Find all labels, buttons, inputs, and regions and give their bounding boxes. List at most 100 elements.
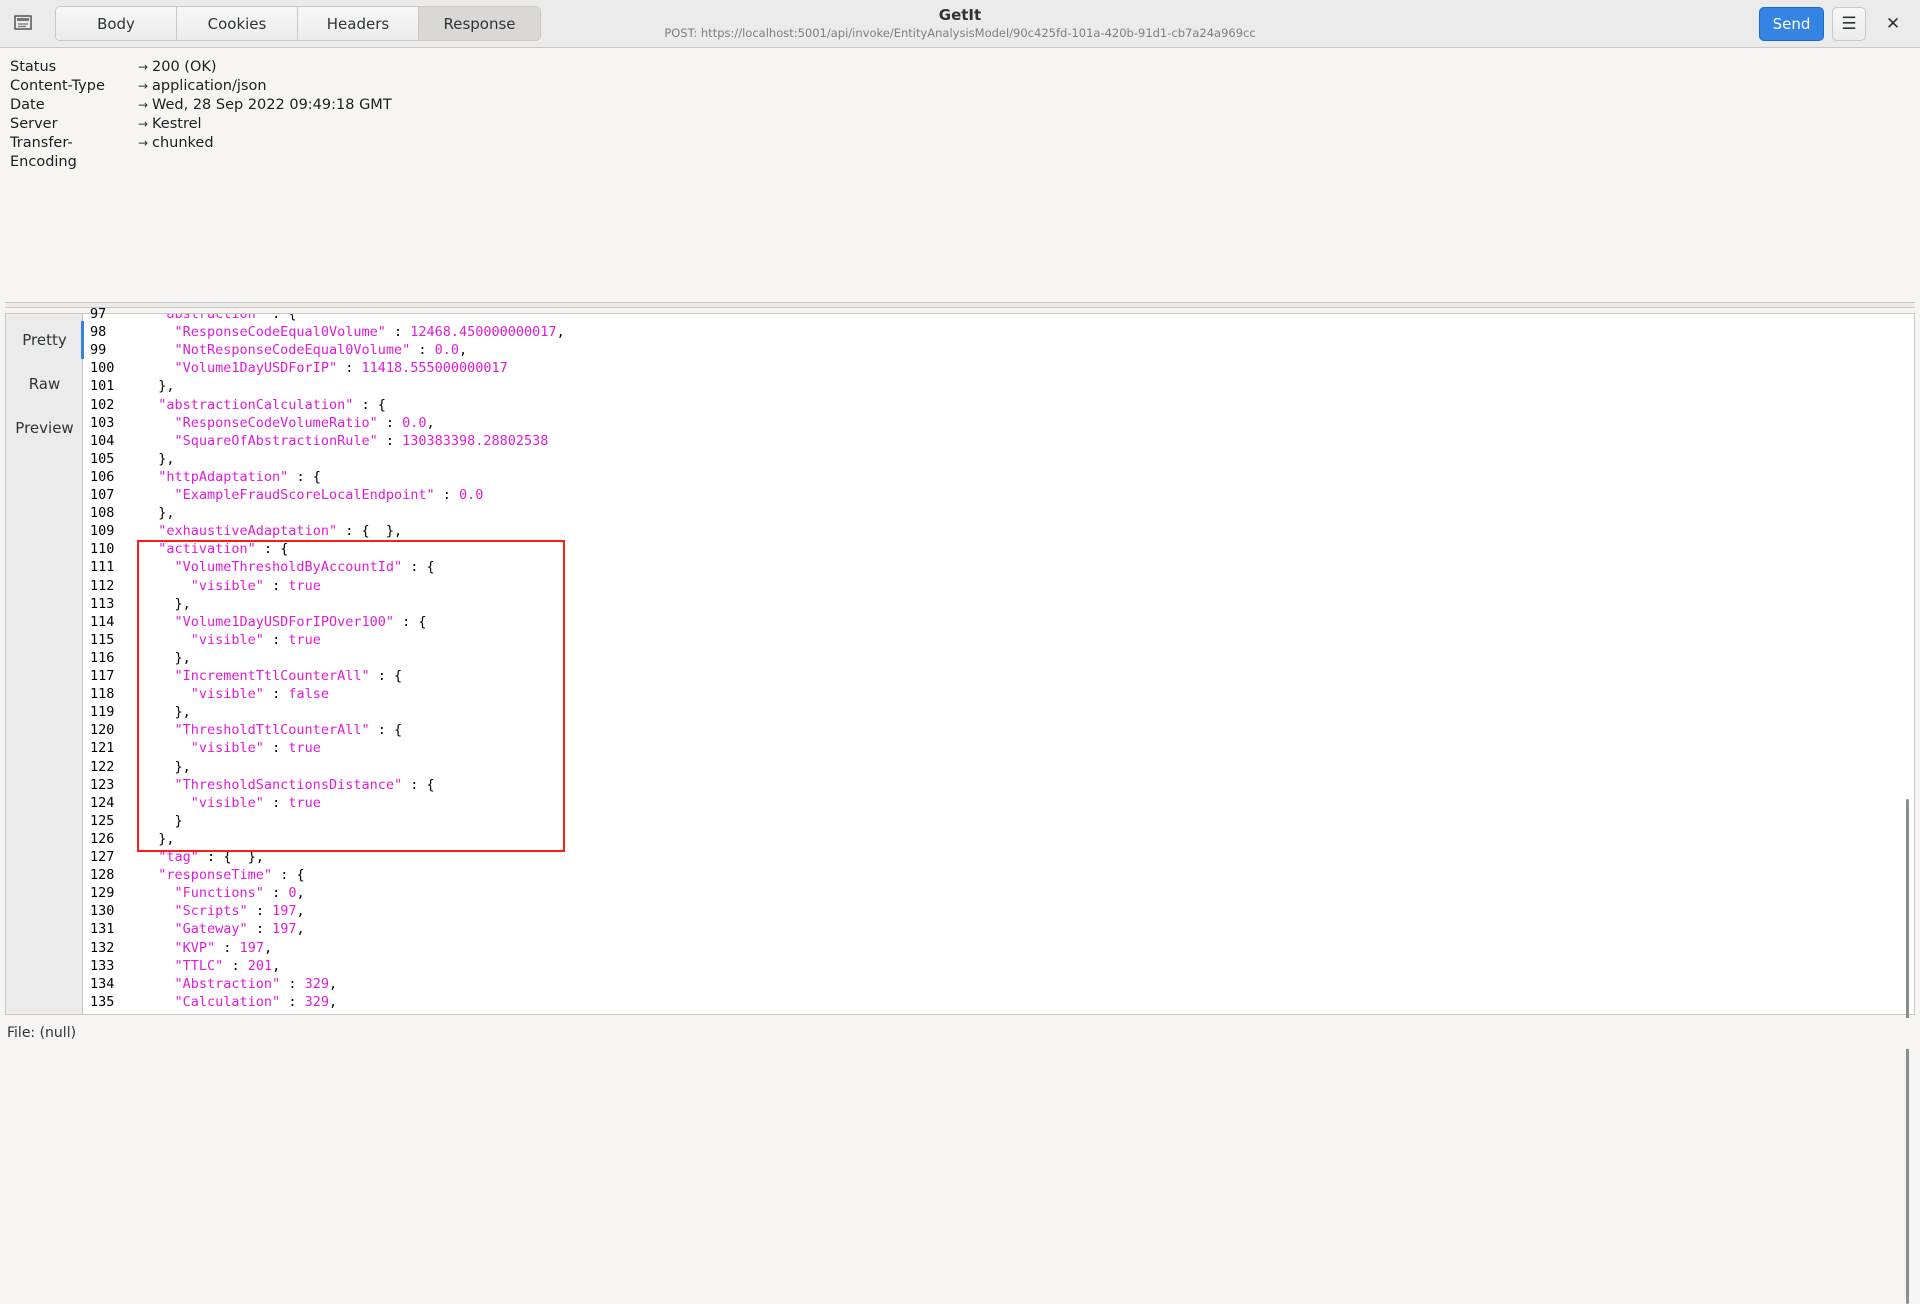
- line-number: 112: [90, 577, 115, 594]
- vertical-scrollbar[interactable]: [1906, 799, 1909, 1304]
- status-bar: File: (null): [0, 1018, 1920, 1049]
- code-line: "abstraction" : {: [158, 314, 297, 322]
- line-number: 102: [90, 396, 115, 413]
- line-number: 131: [90, 921, 115, 938]
- line-number: 113: [90, 595, 115, 612]
- code-line: "exhaustiveAdaptation" : { },: [158, 523, 403, 540]
- code-line: "ResponseCodeVolumeRatio" : 0.0,: [174, 414, 435, 431]
- line-number: 134: [90, 975, 115, 992]
- code-line: },: [174, 758, 191, 775]
- code-line: },: [174, 649, 191, 666]
- code-line: "ThresholdSanctionsDistance" : {: [174, 776, 435, 793]
- code-line: "KVP" : 197,: [174, 939, 273, 956]
- code-line: "visible" : true: [190, 631, 321, 648]
- line-number: 132: [90, 939, 115, 956]
- view-pretty-label: Pretty: [22, 331, 67, 349]
- line-number: 115: [90, 631, 115, 648]
- code-line: },: [158, 378, 175, 395]
- line-number: 123: [90, 776, 115, 793]
- tab-headers[interactable]: Headers: [298, 7, 419, 40]
- code-line: },: [158, 450, 175, 467]
- line-number: 117: [90, 668, 115, 684]
- line-number: 109: [90, 523, 115, 540]
- code-line: "visible" : true: [190, 577, 321, 594]
- line-number: 122: [90, 758, 115, 775]
- close-icon: ✕: [1885, 14, 1901, 34]
- app-icon: [14, 15, 32, 30]
- request-url: POST: https://localhost:5001/api/invoke/…: [664, 26, 1256, 40]
- code-line: "Abstraction" : 329,: [174, 975, 338, 992]
- menu-button[interactable]: ☰: [1832, 7, 1866, 41]
- header-value: 200 (OK): [152, 59, 217, 75]
- code-line: "SquareOfAbstractionRule" : 130383398.28…: [174, 432, 549, 449]
- view-pretty[interactable]: Pretty: [6, 321, 84, 359]
- hamburger-menu-icon: ☰: [1841, 14, 1857, 34]
- line-number: 114: [90, 613, 115, 630]
- header-name: Server: [10, 116, 58, 132]
- line-number: 127: [90, 849, 115, 865]
- header-value: Wed, 28 Sep 2022 09:49:18 GMT: [152, 97, 392, 113]
- send-button[interactable]: Send: [1759, 7, 1824, 41]
- arrow-right-icon: →: [138, 136, 149, 150]
- line-number: 121: [90, 740, 115, 757]
- line-number: 101: [90, 378, 115, 395]
- line-number: 108: [90, 505, 115, 522]
- close-button[interactable]: ✕: [1880, 11, 1906, 37]
- view-preview[interactable]: Preview: [6, 419, 83, 437]
- json-code-view[interactable]: "abstraction" : { "ResponseCodeEqual0Vol…: [142, 314, 1902, 1014]
- code-line: "visible" : true: [190, 794, 321, 811]
- arrow-right-icon: →: [138, 98, 149, 112]
- code-line: "visible" : false: [190, 686, 329, 703]
- line-number: 128: [90, 867, 115, 884]
- header-row: Transfer-Encoding → chunked: [10, 134, 392, 172]
- code-line: "TTLC" : 201,: [174, 957, 281, 974]
- code-line: "Volume1DayUSDForIPOver100" : {: [174, 613, 427, 630]
- code-line: },: [158, 505, 175, 522]
- tab-body[interactable]: Body: [56, 7, 177, 40]
- code-line: "Gateway" : 197,: [174, 921, 305, 938]
- code-line: "ThresholdTtlCounterAll" : {: [174, 722, 403, 739]
- line-number-gutter: 97 98 99 100 101 102 103 104 105 106 107 108 109 110 1…: [84, 306, 142, 1014]
- line-number: 111: [90, 559, 115, 576]
- view-mode-sidebar: Pretty Raw Preview: [6, 314, 84, 1014]
- header-value: application/json: [152, 78, 267, 94]
- line-number: 129: [90, 885, 115, 902]
- header-name: Content-Type: [10, 78, 105, 94]
- line-number: 107: [90, 487, 115, 503]
- arrow-right-icon: →: [138, 60, 149, 74]
- tab-response[interactable]: Response: [419, 7, 540, 40]
- header-name: Date: [10, 97, 45, 113]
- line-number: 133: [90, 957, 115, 974]
- header-value: chunked: [152, 135, 214, 151]
- line-number: 103: [90, 414, 115, 431]
- code-line: "Volume1DayUSDForIP" : 11418.55500000001…: [174, 360, 508, 377]
- code-line: },: [174, 704, 191, 721]
- code-line: }: [174, 812, 183, 829]
- code-line: "NotResponseCodeEqual0Volume" : 0.0,: [174, 342, 468, 359]
- header-row: Status → 200 (OK): [10, 58, 392, 77]
- response-headers: Status → 200 (OK) Content-Type → application/…: [10, 58, 392, 172]
- line-number: 125: [90, 812, 115, 829]
- tab-cookies[interactable]: Cookies: [177, 7, 298, 40]
- line-number: 130: [90, 903, 115, 920]
- header-value: Kestrel: [152, 116, 202, 132]
- header-name: Transfer-Encoding: [10, 135, 77, 170]
- code-line: "Functions" : 0,: [174, 885, 305, 902]
- code-line: "responseTime" : {: [158, 867, 305, 884]
- tab-bar: Body Cookies Headers Response: [55, 6, 541, 41]
- pane-divider[interactable]: [5, 302, 1915, 308]
- code-line: },: [158, 830, 175, 847]
- line-number: 106: [90, 468, 115, 485]
- line-number: 100: [90, 360, 115, 377]
- view-raw[interactable]: Raw: [6, 375, 83, 393]
- code-line: "tag" : { },: [158, 849, 265, 865]
- line-number: 116: [90, 649, 115, 666]
- line-number: 99: [90, 342, 107, 359]
- code-line: "ResponseCodeEqual0Volume" : 12468.45000…: [174, 324, 565, 341]
- header-row: Content-Type → application/json: [10, 77, 392, 96]
- line-number: 104: [90, 432, 115, 449]
- header-bar: Body Cookies Headers Response GetIt POST…: [0, 0, 1920, 48]
- line-number: 126: [90, 830, 115, 847]
- code-line: "abstractionCalculation" : {: [158, 396, 386, 413]
- code-line: "httpAdaptation" : {: [158, 468, 321, 485]
